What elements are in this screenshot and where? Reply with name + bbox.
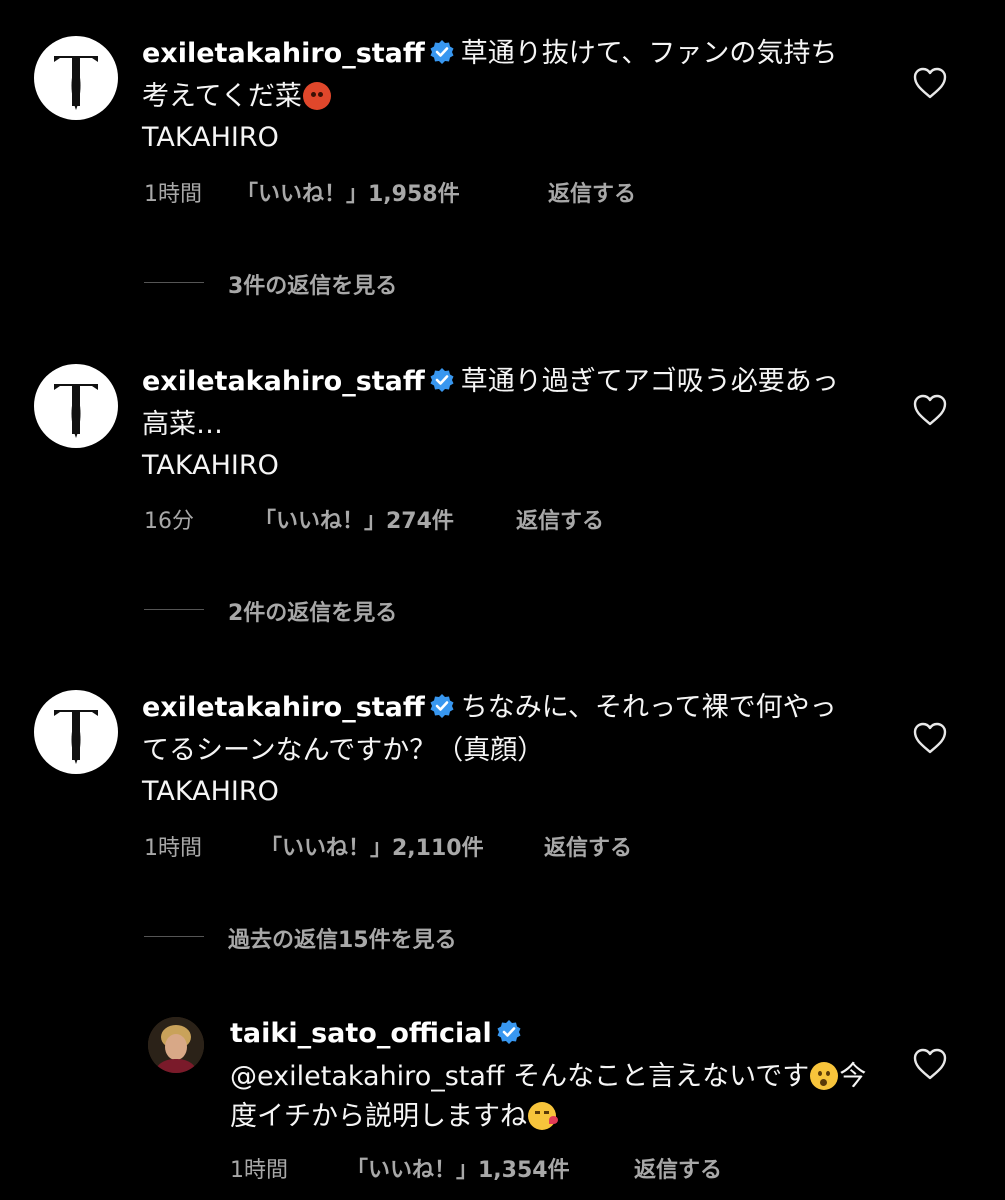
angry-face-icon — [302, 82, 331, 110]
view-replies-label: 過去の返信15件を見る — [228, 928, 457, 953]
kissing-face-with-heart-icon — [528, 1102, 558, 1130]
signature: TAKAHIRO — [142, 122, 279, 153]
heart-outline-icon — [913, 394, 947, 426]
username[interactable]: exiletakahiro_staff — [142, 692, 425, 723]
comment-body: exiletakahiro_staff ちなみに、それって裸で何やってるシーンなん… — [142, 688, 862, 771]
verified-icon — [429, 365, 455, 405]
t-logo-icon — [54, 384, 98, 438]
timestamp: 1時間 — [144, 836, 202, 861]
avatar[interactable] — [34, 364, 118, 448]
comment-text: そんなこと言えないです — [513, 1061, 810, 1092]
reply-button[interactable]: 返信する — [634, 1152, 722, 1184]
comment-body: taiki_sato_official @exiletakahiro_staff … — [230, 1014, 870, 1137]
comment-body: exiletakahiro_staff 草通り抜けて、ファンの気持ち考えてくだ菜 — [142, 34, 862, 117]
avatar[interactable] — [148, 1017, 204, 1073]
verified-icon — [496, 1017, 522, 1057]
reply-button[interactable]: 返信する — [548, 176, 636, 208]
username[interactable]: exiletakahiro_staff — [142, 366, 425, 397]
like-button[interactable] — [912, 66, 948, 100]
t-logo-icon — [54, 56, 98, 110]
avatar[interactable] — [34, 690, 118, 774]
like-button[interactable] — [912, 721, 948, 755]
likes-count[interactable]: 「いいね！」1,354件 — [346, 1152, 570, 1184]
heart-outline-icon — [913, 722, 947, 754]
hushed-face-icon — [810, 1062, 839, 1090]
reply-button[interactable]: 返信する — [544, 830, 632, 862]
comment-body: exiletakahiro_staff 草通り過ぎてアゴ吸う必要あっ高菜… — [142, 362, 862, 445]
verified-icon — [429, 691, 455, 731]
likes-count[interactable]: 「いいね！」2,110件 — [260, 830, 484, 862]
view-replies-label: 2件の返信を見る — [228, 601, 398, 626]
signature: TAKAHIRO — [142, 450, 279, 481]
timestamp: 16分 — [144, 509, 194, 534]
timestamp: 1時間 — [230, 1158, 288, 1183]
reply-button[interactable]: 返信する — [516, 503, 604, 535]
t-logo-icon — [54, 710, 98, 764]
verified-icon — [429, 37, 455, 77]
like-button[interactable] — [912, 1047, 948, 1081]
divider — [144, 282, 204, 283]
likes-count[interactable]: 「いいね！」274件 — [254, 503, 454, 535]
signature: TAKAHIRO — [142, 776, 279, 807]
divider — [144, 936, 204, 937]
avatar-photo-icon — [148, 1017, 204, 1073]
divider — [144, 609, 204, 610]
avatar[interactable] — [34, 36, 118, 120]
timestamp: 1時間 — [144, 182, 202, 207]
likes-count[interactable]: 「いいね！」1,958件 — [236, 176, 460, 208]
username[interactable]: taiki_sato_official — [230, 1018, 492, 1049]
view-replies-label: 3件の返信を見る — [228, 274, 398, 299]
like-button[interactable] — [912, 393, 948, 427]
mention-link[interactable]: @exiletakahiro_staff — [230, 1061, 505, 1092]
username[interactable]: exiletakahiro_staff — [142, 38, 425, 69]
heart-outline-icon — [913, 67, 947, 99]
heart-outline-icon — [913, 1048, 947, 1080]
